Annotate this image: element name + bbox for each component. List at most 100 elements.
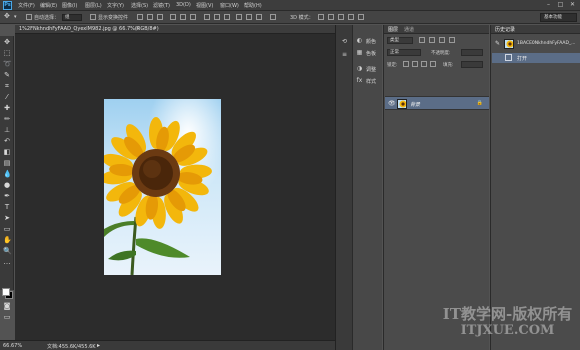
- swatches-panel-button[interactable]: ▦ 色板: [353, 47, 383, 59]
- align-vcenter-icon[interactable]: [147, 14, 153, 20]
- menu-file[interactable]: 文件(F): [18, 2, 35, 9]
- history-panel: 历史记录 ✎ 1BACE0NkhndhFyFAAD_... 打开: [490, 25, 580, 350]
- lock-pixels-icon[interactable]: [412, 61, 418, 67]
- crop-tool-icon[interactable]: ⌗: [3, 82, 11, 90]
- adjustments-panel-button[interactable]: ◑ 调整: [353, 63, 383, 75]
- gradient-tool-icon[interactable]: ▤: [3, 159, 11, 167]
- dodge-tool-icon[interactable]: ●: [3, 181, 11, 189]
- layer-kind-filter[interactable]: 类型: [387, 37, 413, 44]
- visibility-eye-icon[interactable]: 👁: [388, 100, 396, 107]
- styles-icon: fx: [356, 77, 363, 84]
- history-snapshot[interactable]: ✎ 1BACE0NkhndhFyFAAD_...: [492, 37, 580, 51]
- pen-tool-icon[interactable]: ✒: [3, 192, 11, 200]
- layer-row-background[interactable]: 👁 背景 🔒: [385, 96, 489, 110]
- menu-view[interactable]: 视图(V): [196, 2, 213, 9]
- lasso-tool-icon[interactable]: ➰: [3, 60, 12, 68]
- menu-filter[interactable]: 滤镜(T): [153, 2, 170, 9]
- color-panel-button[interactable]: ◐ 颜色: [353, 35, 383, 47]
- tab-channels[interactable]: 通道: [404, 26, 414, 33]
- distribute-top-icon[interactable]: [204, 14, 210, 20]
- menu-type[interactable]: 文字(Y): [107, 2, 124, 9]
- sunflower-image[interactable]: [104, 99, 221, 275]
- align-left-icon[interactable]: [170, 14, 176, 20]
- lock-all-icon[interactable]: [430, 61, 436, 67]
- menu-help[interactable]: 帮助(H): [244, 2, 262, 9]
- align-bottom-icon[interactable]: [157, 14, 163, 20]
- tab-layers[interactable]: 图层: [388, 26, 398, 33]
- document-tab[interactable]: 1%2FNkhndhFyFAAD_QyexlM982.jpg @ 66.7%(R…: [15, 25, 335, 34]
- path-selection-tool-icon[interactable]: ➤: [3, 214, 11, 222]
- clone-stamp-tool-icon[interactable]: ⊥: [3, 126, 11, 134]
- adjustments-panel-label: 调整: [366, 67, 377, 73]
- shape-tool-icon[interactable]: ▭: [3, 225, 11, 233]
- marquee-tool-icon[interactable]: ⬚: [3, 49, 11, 57]
- layers-panel: 图层 通道 类型 正常 不透明度: 锁定: 填充: 👁 背景 🔒: [383, 25, 489, 350]
- menu-image[interactable]: 图像(I): [62, 2, 77, 9]
- 3d-scale-icon[interactable]: [358, 14, 364, 20]
- distribute-left-icon[interactable]: [236, 14, 242, 20]
- history-brush-tool-icon[interactable]: ↶: [3, 137, 11, 145]
- color-panel-label: 颜色: [366, 39, 377, 45]
- status-menu-arrow-icon[interactable]: ▸: [97, 342, 100, 349]
- menu-select[interactable]: 选择(S): [131, 2, 148, 9]
- distribute-bottom-icon[interactable]: [224, 14, 230, 20]
- menu-3d[interactable]: 3D(D): [176, 2, 191, 8]
- properties-panel-icon[interactable]: ≡: [341, 51, 348, 58]
- menu-layer[interactable]: 图层(L): [85, 2, 102, 9]
- auto-align-icon[interactable]: [270, 14, 276, 20]
- align-top-icon[interactable]: [137, 14, 143, 20]
- history-brush-source-icon[interactable]: ✎: [495, 40, 500, 47]
- filter-pixel-icon[interactable]: [419, 37, 425, 43]
- eraser-tool-icon[interactable]: ◧: [3, 148, 11, 156]
- zoom-level[interactable]: 66.67%: [3, 343, 22, 349]
- brush-tool-icon[interactable]: ✏: [3, 115, 11, 123]
- 3d-rotate-icon[interactable]: [318, 14, 324, 20]
- healing-brush-tool-icon[interactable]: ✚: [3, 104, 11, 112]
- lock-transparent-icon[interactable]: [403, 61, 409, 67]
- lock-position-icon[interactable]: [421, 61, 427, 67]
- fill-field[interactable]: [461, 61, 483, 68]
- opacity-field[interactable]: [461, 49, 483, 56]
- distribute-right-icon[interactable]: [256, 14, 262, 20]
- screen-mode-icon[interactable]: ▭: [3, 313, 11, 321]
- auto-select-dropdown[interactable]: 组: [62, 14, 82, 21]
- menu-edit[interactable]: 编辑(E): [40, 2, 57, 9]
- history-step-open[interactable]: 打开: [492, 53, 580, 63]
- styles-panel-button[interactable]: fx 样式: [353, 75, 383, 87]
- quick-select-tool-icon[interactable]: ✎: [3, 71, 11, 79]
- eyedropper-tool-icon[interactable]: ⁄: [3, 93, 11, 101]
- filter-type-icon[interactable]: [439, 37, 445, 43]
- zoom-tool-icon[interactable]: 🔍: [3, 247, 12, 255]
- 3d-roll-icon[interactable]: [328, 14, 334, 20]
- filter-adjustment-icon[interactable]: [429, 37, 435, 43]
- color-icon: ◐: [356, 37, 363, 44]
- workspace-dropdown[interactable]: 基本功能: [540, 13, 577, 22]
- maximize-icon[interactable]: □: [555, 1, 566, 9]
- move-tool-icon[interactable]: ✥: [4, 12, 10, 20]
- history-panel-icon[interactable]: ⟲: [341, 38, 348, 45]
- align-hcenter-icon[interactable]: [180, 14, 186, 20]
- move-tool-icon[interactable]: ✥: [3, 38, 11, 46]
- 3d-slide-icon[interactable]: [348, 14, 354, 20]
- more-tools-icon[interactable]: …: [3, 258, 11, 266]
- auto-select-checkbox[interactable]: [26, 14, 32, 20]
- distribute-vcenter-icon[interactable]: [214, 14, 220, 20]
- tool-preset-dropdown-icon[interactable]: ▾: [14, 14, 17, 20]
- blend-mode-dropdown[interactable]: 正常: [387, 49, 421, 56]
- align-right-icon[interactable]: [190, 14, 196, 20]
- hand-tool-icon[interactable]: ✋: [3, 236, 12, 244]
- close-document-icon[interactable]: ×: [135, 25, 140, 32]
- tab-history[interactable]: 历史记录: [495, 26, 515, 33]
- distribute-hcenter-icon[interactable]: [246, 14, 252, 20]
- close-window-icon[interactable]: ✕: [567, 1, 578, 9]
- menu-window[interactable]: 窗口(W): [220, 2, 239, 9]
- filter-shape-icon[interactable]: [449, 37, 455, 43]
- minimize-icon[interactable]: –: [543, 1, 554, 9]
- foreground-color-swatch[interactable]: [2, 288, 10, 296]
- quick-mask-icon[interactable]: ◙: [3, 302, 11, 310]
- type-tool-icon[interactable]: T: [3, 203, 11, 211]
- 3d-drag-icon[interactable]: [338, 14, 344, 20]
- show-transform-checkbox[interactable]: [90, 14, 96, 20]
- snapshot-label: 1BACE0NkhndhFyFAAD_...: [517, 41, 576, 46]
- blur-tool-icon[interactable]: 💧: [3, 170, 12, 178]
